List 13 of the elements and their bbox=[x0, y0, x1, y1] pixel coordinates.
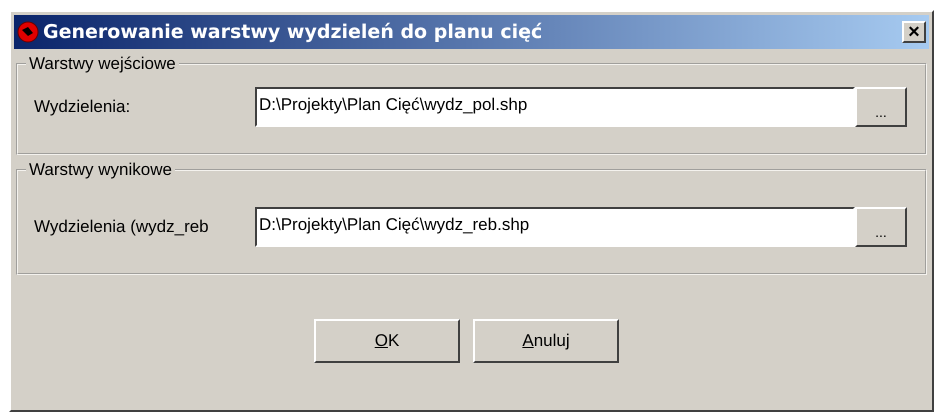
browse-button[interactable]: ... bbox=[855, 87, 907, 127]
close-button[interactable]: × bbox=[902, 21, 926, 43]
group-title: Warstwy wynikowe bbox=[26, 160, 175, 180]
field-label: Wydzielenia: bbox=[34, 97, 132, 117]
group-title: Warstwy wejściowe bbox=[26, 54, 179, 74]
app-icon bbox=[17, 21, 39, 43]
field-label: Wydzielenia (wydz_reb bbox=[34, 217, 210, 237]
path-field[interactable]: D:\Projekty\Plan Cięć\wydz_pol.shp bbox=[255, 87, 855, 127]
ok-button[interactable]: OK bbox=[314, 319, 460, 363]
window-title: Generowanie warstwy wydzieleń do planu cięć bbox=[43, 21, 544, 43]
path-field[interactable]: D:\Projekty\Plan Cięć\wydz_reb.shp bbox=[255, 207, 855, 247]
cancel-button[interactable]: Anuluj bbox=[473, 319, 619, 363]
browse-button[interactable]: ... bbox=[855, 207, 907, 247]
